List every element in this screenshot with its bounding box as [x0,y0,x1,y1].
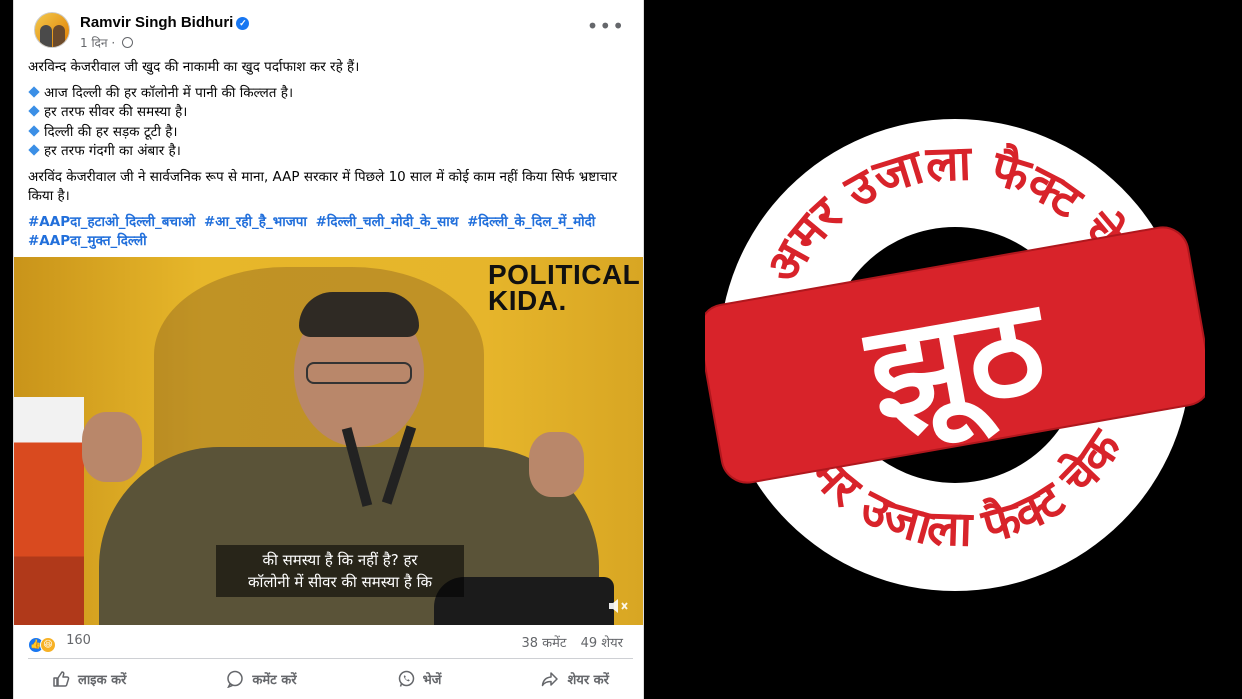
post-header: Ramvir Singh Bidhuri ✓ 1 दिन · ••• [14,0,643,56]
author-name-line[interactable]: Ramvir Singh Bidhuri ✓ [80,14,250,31]
hashtag-link[interactable]: #AAPदा_मुक्त_दिल्ली [28,233,147,249]
whatsapp-icon [398,670,414,687]
hashtags: #AAPदा_हटाओ_दिल्ली_बचाओ #आ_रही_है_भाजपा … [28,213,633,252]
more-options-button[interactable]: ••• [587,16,625,36]
divider [28,658,633,659]
blue-diamond-icon [28,105,40,117]
blue-diamond-icon [28,85,40,98]
bullet-item: आज दिल्ली की हर कॉलोनी में पानी की किल्ल… [28,84,633,104]
hashtag-link[interactable]: #AAPदा_हटाओ_दिल्ली_बचाओ [28,214,195,230]
send-button[interactable]: भेजें [373,664,466,694]
fact-check-stamp: अमर उजाला फैक्ट चेक अमर उजाला फैक्ट चेक … [705,119,1205,591]
hashtag-link[interactable]: #दिल्ली_चली_मोदी_के_साथ [316,214,459,230]
author-name[interactable]: Ramvir Singh Bidhuri [80,14,233,31]
post-text: अरविन्द केजरीवाल जी खुद की नाकामी का खुद… [28,58,633,252]
post-paragraph: अरविंद केजरीवाल जी ने सार्वजनिक रूप से म… [28,168,618,205]
hashtag-link[interactable]: #आ_रही_है_भाजपा [204,214,307,230]
globe-icon [122,37,134,48]
side-person [14,397,84,625]
share-count[interactable]: 49 शेयर [581,636,623,651]
blue-diamond-icon [28,124,40,137]
bullet-item: दिल्ली की हर सड़क टूटी है। [28,123,633,143]
like-button[interactable]: लाइक करें [28,664,150,694]
engagement-stats: 👍 😆 160 38 कमेंट 49 शेयर [28,633,633,655]
muted-speaker-icon[interactable] [607,597,629,615]
action-bar: लाइक करें कमेंट करें भेजें शेयर करें [28,664,633,694]
bullet-item: हर तरफ सीवर की समस्या है। [28,103,633,123]
hashtag-link[interactable]: #दिल्ली_के_दिल_में_मोदी [467,214,595,230]
author-avatar[interactable] [34,12,70,48]
facebook-post: Ramvir Singh Bidhuri ✓ 1 दिन · ••• अरविन्… [13,0,644,699]
post-time[interactable]: 1 दिन [80,36,108,50]
political-kida-logo: POLITICAL KIDA. [488,259,641,316]
video-player[interactable]: POLITICAL KIDA. की समस्या है कि नहीं है?… [14,257,643,625]
share-button[interactable]: शेयर करें [517,664,633,694]
comment-bubble-icon [227,670,244,688]
thumbs-up-icon [53,671,70,687]
haha-reaction-icon[interactable]: 😆 [40,637,56,653]
comment-count[interactable]: 38 कमेंट [522,636,567,651]
post-meta: 1 दिन · [80,34,134,51]
post-intro: अरविन्द केजरीवाल जी खुद की नाकामी का खुद… [28,59,360,75]
blue-diamond-icon [28,144,40,156]
reaction-count[interactable]: 160 [66,633,91,648]
video-subtitle: की समस्या है कि नहीं है? हर कॉलोनी में स… [216,545,464,597]
bullet-item: हर तरफ गंदगी का अंबार है। [28,142,633,162]
share-arrow-icon [542,672,559,687]
verified-badge-icon: ✓ [236,17,250,30]
comment-button[interactable]: कमेंट करें [202,664,320,694]
